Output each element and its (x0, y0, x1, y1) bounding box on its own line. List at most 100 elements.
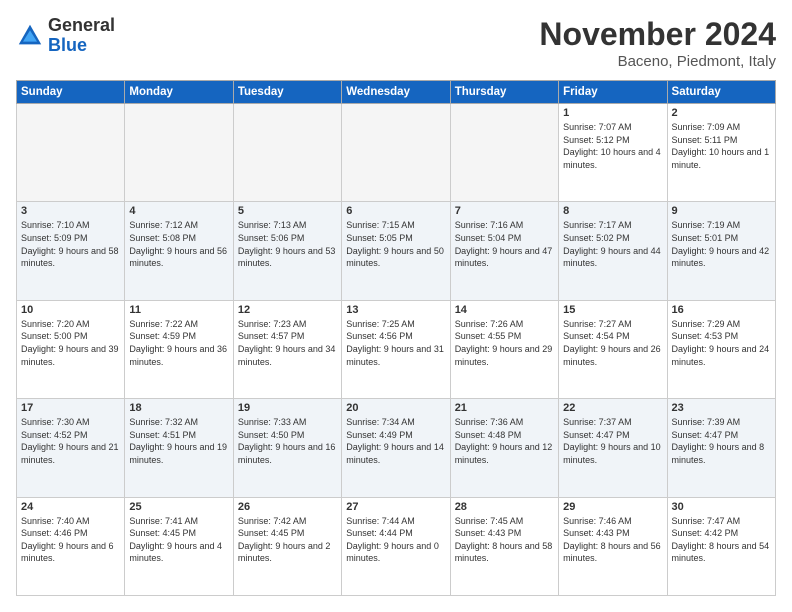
day-info: Sunrise: 7:12 AMSunset: 5:08 PMDaylight:… (129, 219, 228, 269)
col-sunday: Sunday (17, 81, 125, 104)
day-info: Sunrise: 7:37 AMSunset: 4:47 PMDaylight:… (563, 416, 662, 466)
logo-blue-text: Blue (48, 35, 87, 55)
day-info: Sunrise: 7:40 AMSunset: 4:46 PMDaylight:… (21, 515, 120, 565)
day-info: Sunrise: 7:17 AMSunset: 5:02 PMDaylight:… (563, 219, 662, 269)
calendar-cell-4-3: 27 Sunrise: 7:44 AMSunset: 4:44 PMDayligh… (342, 497, 450, 595)
day-number: 4 (129, 205, 228, 217)
calendar-cell-1-6: 9 Sunrise: 7:19 AMSunset: 5:01 PMDaylight… (667, 202, 775, 300)
month-title: November 2024 (539, 16, 776, 53)
day-info: Sunrise: 7:33 AMSunset: 4:50 PMDaylight:… (238, 416, 337, 466)
calendar-cell-3-1: 18 Sunrise: 7:32 AMSunset: 4:51 PMDayligh… (125, 399, 233, 497)
day-info: Sunrise: 7:30 AMSunset: 4:52 PMDaylight:… (21, 416, 120, 466)
calendar-cell-0-6: 2 Sunrise: 7:09 AMSunset: 5:11 PMDaylight… (667, 104, 775, 202)
day-info: Sunrise: 7:41 AMSunset: 4:45 PMDaylight:… (129, 515, 228, 565)
week-row-3: 10 Sunrise: 7:20 AMSunset: 5:00 PMDayligh… (17, 300, 776, 398)
day-info: Sunrise: 7:26 AMSunset: 4:55 PMDaylight:… (455, 318, 554, 368)
day-info: Sunrise: 7:27 AMSunset: 4:54 PMDaylight:… (563, 318, 662, 368)
calendar-cell-1-2: 5 Sunrise: 7:13 AMSunset: 5:06 PMDaylight… (233, 202, 341, 300)
header: General Blue November 2024 Baceno, Piedm… (16, 16, 776, 70)
calendar-cell-0-2 (233, 104, 341, 202)
day-number: 13 (346, 304, 445, 316)
calendar-cell-4-1: 25 Sunrise: 7:41 AMSunset: 4:45 PMDayligh… (125, 497, 233, 595)
day-info: Sunrise: 7:36 AMSunset: 4:48 PMDaylight:… (455, 416, 554, 466)
calendar-cell-3-2: 19 Sunrise: 7:33 AMSunset: 4:50 PMDayligh… (233, 399, 341, 497)
day-info: Sunrise: 7:15 AMSunset: 5:05 PMDaylight:… (346, 219, 445, 269)
col-friday: Friday (559, 81, 667, 104)
calendar-header-row: Sunday Monday Tuesday Wednesday Thursday… (17, 81, 776, 104)
week-row-2: 3 Sunrise: 7:10 AMSunset: 5:09 PMDaylight… (17, 202, 776, 300)
location-subtitle: Baceno, Piedmont, Italy (539, 53, 776, 70)
title-block: November 2024 Baceno, Piedmont, Italy (539, 16, 776, 70)
calendar-cell-1-5: 8 Sunrise: 7:17 AMSunset: 5:02 PMDaylight… (559, 202, 667, 300)
day-info: Sunrise: 7:39 AMSunset: 4:47 PMDaylight:… (672, 416, 771, 466)
day-info: Sunrise: 7:32 AMSunset: 4:51 PMDaylight:… (129, 416, 228, 466)
day-info: Sunrise: 7:25 AMSunset: 4:56 PMDaylight:… (346, 318, 445, 368)
calendar-cell-2-1: 11 Sunrise: 7:22 AMSunset: 4:59 PMDayligh… (125, 300, 233, 398)
calendar-cell-1-0: 3 Sunrise: 7:10 AMSunset: 5:09 PMDaylight… (17, 202, 125, 300)
week-row-5: 24 Sunrise: 7:40 AMSunset: 4:46 PMDayligh… (17, 497, 776, 595)
day-number: 30 (672, 501, 771, 513)
day-info: Sunrise: 7:20 AMSunset: 5:00 PMDaylight:… (21, 318, 120, 368)
day-number: 10 (21, 304, 120, 316)
day-number: 14 (455, 304, 554, 316)
day-info: Sunrise: 7:22 AMSunset: 4:59 PMDaylight:… (129, 318, 228, 368)
calendar-cell-3-4: 21 Sunrise: 7:36 AMSunset: 4:48 PMDayligh… (450, 399, 558, 497)
day-number: 2 (672, 107, 771, 119)
day-info: Sunrise: 7:45 AMSunset: 4:43 PMDaylight:… (455, 515, 554, 565)
day-number: 25 (129, 501, 228, 513)
calendar-cell-0-5: 1 Sunrise: 7:07 AMSunset: 5:12 PMDaylight… (559, 104, 667, 202)
day-number: 18 (129, 402, 228, 414)
day-number: 23 (672, 402, 771, 414)
calendar-cell-3-5: 22Sunrise: 7:37 AMSunset: 4:47 PMDayligh… (559, 399, 667, 497)
calendar-cell-0-3 (342, 104, 450, 202)
calendar-cell-2-5: 15Sunrise: 7:27 AMSunset: 4:54 PMDayligh… (559, 300, 667, 398)
calendar-cell-2-0: 10 Sunrise: 7:20 AMSunset: 5:00 PMDayligh… (17, 300, 125, 398)
day-info: Sunrise: 7:07 AMSunset: 5:12 PMDaylight:… (563, 121, 662, 171)
day-info: Sunrise: 7:29 AMSunset: 4:53 PMDaylight:… (672, 318, 771, 368)
day-number: 21 (455, 402, 554, 414)
day-info: Sunrise: 7:47 AMSunset: 4:42 PMDaylight:… (672, 515, 771, 565)
day-number: 1 (563, 107, 662, 119)
day-number: 20 (346, 402, 445, 414)
day-number: 7 (455, 205, 554, 217)
col-thursday: Thursday (450, 81, 558, 104)
col-monday: Monday (125, 81, 233, 104)
col-saturday: Saturday (667, 81, 775, 104)
calendar-cell-3-3: 20Sunrise: 7:34 AMSunset: 4:49 PMDayligh… (342, 399, 450, 497)
logo: General Blue (16, 16, 115, 56)
day-number: 16 (672, 304, 771, 316)
day-number: 9 (672, 205, 771, 217)
day-info: Sunrise: 7:19 AMSunset: 5:01 PMDaylight:… (672, 219, 771, 269)
day-number: 17 (21, 402, 120, 414)
calendar-cell-0-1 (125, 104, 233, 202)
day-number: 5 (238, 205, 337, 217)
day-number: 6 (346, 205, 445, 217)
calendar-cell-0-4 (450, 104, 558, 202)
day-info: Sunrise: 7:44 AMSunset: 4:44 PMDaylight:… (346, 515, 445, 565)
calendar-cell-4-6: 30 Sunrise: 7:47 AMSunset: 4:42 PMDayligh… (667, 497, 775, 595)
day-number: 29 (563, 501, 662, 513)
week-row-1: 1 Sunrise: 7:07 AMSunset: 5:12 PMDaylight… (17, 104, 776, 202)
day-info: Sunrise: 7:46 AMSunset: 4:43 PMDaylight:… (563, 515, 662, 565)
day-number: 11 (129, 304, 228, 316)
day-number: 27 (346, 501, 445, 513)
day-number: 3 (21, 205, 120, 217)
calendar-cell-0-0 (17, 104, 125, 202)
day-number: 26 (238, 501, 337, 513)
day-info: Sunrise: 7:23 AMSunset: 4:57 PMDaylight:… (238, 318, 337, 368)
calendar-cell-2-2: 12Sunrise: 7:23 AMSunset: 4:57 PMDayligh… (233, 300, 341, 398)
col-tuesday: Tuesday (233, 81, 341, 104)
calendar-cell-1-3: 6 Sunrise: 7:15 AMSunset: 5:05 PMDaylight… (342, 202, 450, 300)
day-number: 28 (455, 501, 554, 513)
day-info: Sunrise: 7:16 AMSunset: 5:04 PMDaylight:… (455, 219, 554, 269)
logo-general-text: General (48, 15, 115, 35)
calendar-cell-3-6: 23 Sunrise: 7:39 AMSunset: 4:47 PMDayligh… (667, 399, 775, 497)
day-info: Sunrise: 7:10 AMSunset: 5:09 PMDaylight:… (21, 219, 120, 269)
day-info: Sunrise: 7:09 AMSunset: 5:11 PMDaylight:… (672, 121, 771, 171)
calendar-cell-3-0: 17 Sunrise: 7:30 AMSunset: 4:52 PMDayligh… (17, 399, 125, 497)
day-number: 19 (238, 402, 337, 414)
day-info: Sunrise: 7:13 AMSunset: 5:06 PMDaylight:… (238, 219, 337, 269)
day-number: 8 (563, 205, 662, 217)
day-number: 24 (21, 501, 120, 513)
week-row-4: 17 Sunrise: 7:30 AMSunset: 4:52 PMDayligh… (17, 399, 776, 497)
